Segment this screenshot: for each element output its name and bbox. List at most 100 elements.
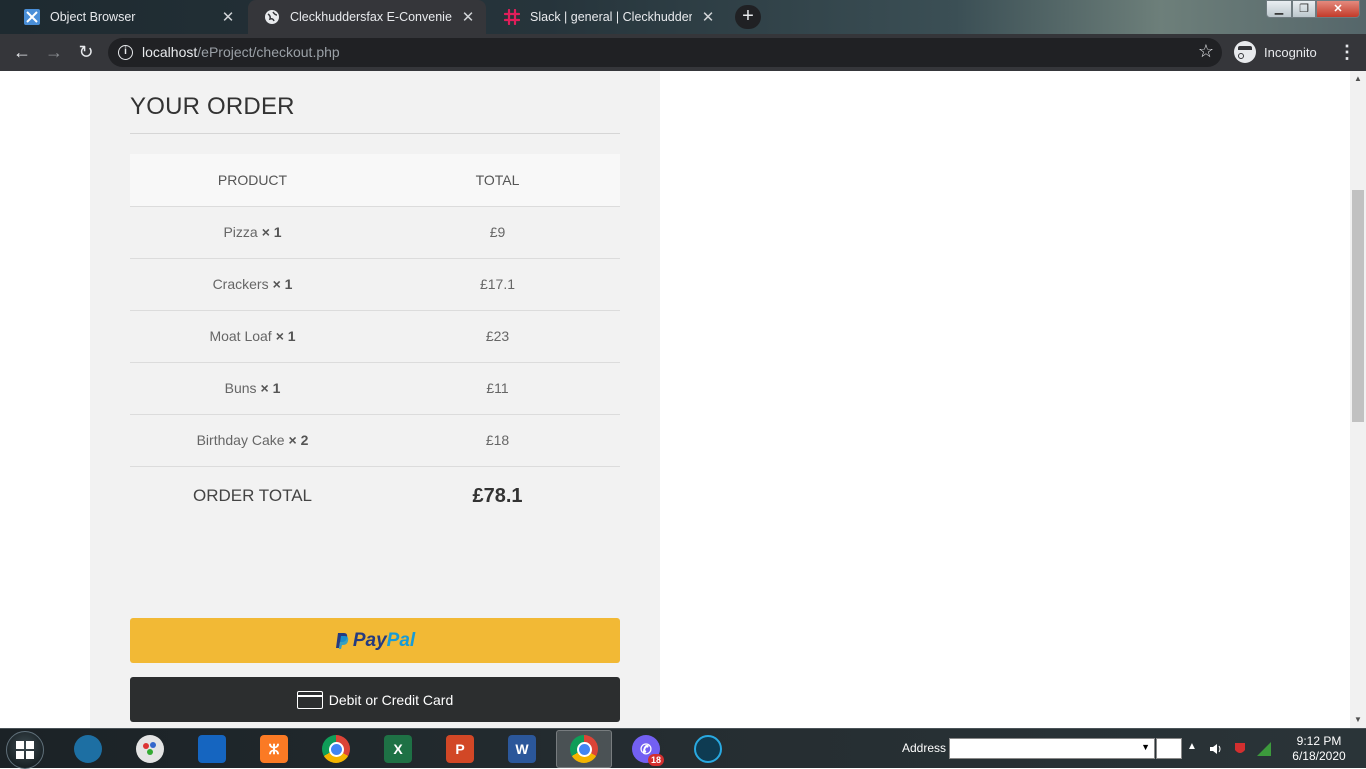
tab-slack[interactable]: Slack | general | Cleckhuddersfax ✕ xyxy=(488,0,726,34)
product-cell: Moat Loaf × 1 xyxy=(130,310,375,363)
virtualbox-icon xyxy=(198,735,226,763)
info-icon[interactable]: i xyxy=(118,45,133,60)
scroll-up-arrow-icon[interactable]: ▲ xyxy=(1350,71,1366,87)
taskbar-virtualbox[interactable] xyxy=(184,730,240,768)
system-clock[interactable]: 9:12 PM 6/18/2020 xyxy=(1284,734,1354,764)
forward-arrow-icon[interactable]: → xyxy=(42,40,66,64)
object-browser-icon xyxy=(24,9,40,25)
maximize-button[interactable]: ❐ xyxy=(1292,0,1316,18)
tab-label: Slack | general | Cleckhuddersfax xyxy=(530,10,692,24)
taskbar-explorer[interactable] xyxy=(60,730,116,768)
scrollbar-thumb[interactable] xyxy=(1352,190,1364,422)
window-controls: ▁ ❐ ✕ xyxy=(1266,0,1360,18)
debit-credit-card-button[interactable]: Debit or Credit Card xyxy=(130,677,620,722)
divider xyxy=(130,133,620,134)
table-row: Crackers × 1 £17.1 xyxy=(130,258,620,311)
new-tab-button[interactable]: + xyxy=(735,5,761,29)
scroll-down-arrow-icon[interactable]: ▼ xyxy=(1350,712,1366,728)
close-window-button[interactable]: ✕ xyxy=(1316,0,1360,18)
chrome-icon xyxy=(322,735,350,763)
incognito-indicator[interactable]: Incognito xyxy=(1234,41,1317,63)
table-row: Pizza × 1 £9 xyxy=(130,206,620,259)
tab-cleckhuddersfax[interactable]: Cleckhuddersfax E-Convenient St ✕ xyxy=(248,0,486,34)
volume-icon[interactable] xyxy=(1208,741,1224,757)
product-cell: Birthday Cake × 2 xyxy=(130,414,375,467)
network-icon[interactable] xyxy=(1256,741,1272,757)
product-qty: × 2 xyxy=(288,432,309,448)
taskbar-excel[interactable]: X xyxy=(370,730,426,768)
tray-expand-icon[interactable]: ▲ xyxy=(1187,741,1197,752)
paypal-wordmark: PayPal xyxy=(353,630,415,652)
notification-badge: 18 xyxy=(647,754,664,766)
tab-label: Object Browser xyxy=(50,10,136,24)
browser-titlebar: Object Browser ✕ Cleckhuddersfax E-Conve… xyxy=(0,0,1366,34)
product-cell: Crackers × 1 xyxy=(130,258,375,311)
url-text[interactable]: localhost/eProject/checkout.php xyxy=(142,44,340,60)
order-table: PRODUCT TOTAL Pizza × 1 £9 Crackers × 1 £1… xyxy=(130,154,620,526)
reload-icon[interactable]: ↻ xyxy=(74,40,98,64)
product-name: Buns xyxy=(224,380,257,396)
credit-card-icon xyxy=(296,690,323,709)
product-cell: Pizza × 1 xyxy=(130,206,375,259)
card-button-label: Debit or Credit Card xyxy=(328,691,454,708)
product-cell: Buns × 1 xyxy=(130,362,375,415)
taskbar-chrome[interactable] xyxy=(308,730,364,768)
start-button[interactable] xyxy=(6,731,44,769)
globe-icon xyxy=(264,9,280,25)
taskbar-word[interactable]: W xyxy=(494,730,550,768)
taskbar-chrome-active[interactable] xyxy=(556,730,612,768)
windows-taskbar: ⵣ X P W ✆ 18 Address ▼ ▲ 9:12 PM 6/18/202… xyxy=(0,728,1366,769)
back-arrow-icon[interactable]: ← xyxy=(10,40,34,64)
dropdown-arrow-icon[interactable]: ▼ xyxy=(1141,742,1150,752)
url-path: /eProject/checkout.php xyxy=(197,44,340,60)
address-toolbar-input[interactable]: ▼ xyxy=(949,738,1155,759)
product-qty: × 1 xyxy=(272,276,293,292)
security-shield-icon[interactable] xyxy=(1232,741,1248,757)
tab-label: Cleckhuddersfax E-Convenient St xyxy=(290,10,452,24)
product-qty: × 1 xyxy=(275,328,296,344)
table-row: Moat Loaf × 1 £23 xyxy=(130,310,620,363)
powerpoint-icon: P xyxy=(446,735,474,763)
product-total: £9 xyxy=(375,206,620,259)
paypal-logo-icon xyxy=(335,632,349,650)
word-icon: W xyxy=(508,735,536,763)
close-icon[interactable]: ✕ xyxy=(460,8,476,26)
minimize-button[interactable]: ▁ xyxy=(1266,0,1292,18)
windows-logo-icon xyxy=(16,741,34,759)
close-icon[interactable]: ✕ xyxy=(700,8,716,26)
order-total-label: ORDER TOTAL xyxy=(192,486,313,506)
column-header-total: TOTAL xyxy=(375,154,620,207)
paypal-pal-text: Pal xyxy=(386,629,416,651)
address-go-button[interactable] xyxy=(1156,738,1182,759)
taskbar-powerpoint[interactable]: P xyxy=(432,730,488,768)
taskbar-paint[interactable] xyxy=(122,730,178,768)
product-qty: × 1 xyxy=(261,224,282,240)
product-total: £17.1 xyxy=(375,258,620,311)
paypal-button[interactable]: PayPal xyxy=(130,618,620,663)
product-total: £23 xyxy=(375,310,620,363)
explorer-icon xyxy=(74,735,102,763)
order-total-value: £78.1 xyxy=(472,484,523,507)
clock-time: 9:12 PM xyxy=(1296,734,1342,748)
clock-date: 6/18/2020 xyxy=(1292,749,1346,763)
column-header-product: PRODUCT xyxy=(130,154,375,207)
viber-icon: ✆ 18 xyxy=(632,735,664,766)
product-total: £11 xyxy=(375,362,620,415)
close-icon[interactable]: ✕ xyxy=(220,8,236,26)
excel-icon: X xyxy=(384,735,412,763)
taskbar-xampp[interactable]: ⵣ xyxy=(246,730,302,768)
bookmark-star-icon[interactable]: ☆ xyxy=(1198,41,1214,62)
address-toolbar-label: Address xyxy=(902,741,947,755)
product-name: Moat Loaf xyxy=(209,328,272,344)
table-header-row: PRODUCT TOTAL xyxy=(130,154,620,207)
kebab-menu-icon[interactable]: ⋮ xyxy=(1338,41,1356,63)
address-bar[interactable]: i localhost/eProject/checkout.php ☆ xyxy=(108,38,1222,67)
url-host: localhost xyxy=(142,44,198,60)
tab-object-browser[interactable]: Object Browser ✕ xyxy=(8,0,246,34)
taskbar-eye-app[interactable] xyxy=(680,730,736,768)
taskbar-viber[interactable]: ✆ 18 xyxy=(618,730,674,768)
product-name: Pizza xyxy=(223,224,258,240)
page-scrollbar[interactable]: ▲ ▼ xyxy=(1350,71,1366,728)
browser-toolbar: ← → ↻ i localhost/eProject/checkout.php … xyxy=(0,34,1366,71)
paint-icon xyxy=(136,735,164,763)
